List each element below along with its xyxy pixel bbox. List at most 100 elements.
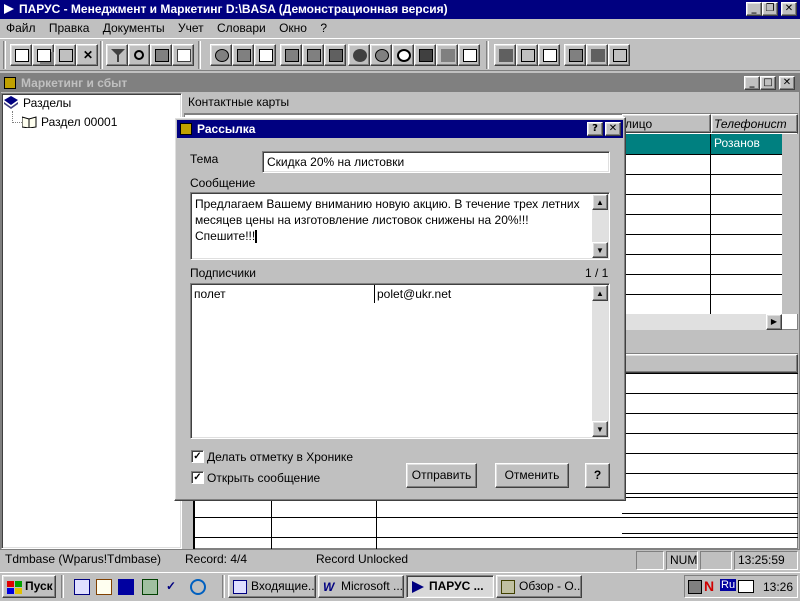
start-button[interactable]: Пуск: [2, 575, 56, 598]
menu-edit[interactable]: Правка: [49, 21, 90, 35]
quicklaunch-mail-icon[interactable]: ✓: [166, 579, 182, 595]
exit-icon[interactable]: [608, 44, 630, 66]
subscriber-row[interactable]: полет polet@ukr.net: [192, 285, 590, 303]
person-icon[interactable]: [348, 44, 370, 66]
subscribers-label: Подписчики: [190, 266, 257, 280]
word-icon: W: [323, 580, 335, 594]
grid-header-phone[interactable]: Телефонист: [711, 114, 798, 133]
card-icon[interactable]: [302, 44, 324, 66]
print-icon[interactable]: [150, 44, 172, 66]
tray-clock[interactable]: 13:26: [763, 580, 793, 594]
grid-hscroll-track[interactable]: [622, 314, 766, 330]
task-word[interactable]: W Microsoft ...: [318, 575, 404, 598]
send-button[interactable]: Отправить: [406, 463, 477, 488]
menu-dictionaries[interactable]: Словари: [217, 21, 266, 35]
globe-icon[interactable]: [210, 44, 232, 66]
tree-connector: [12, 111, 22, 123]
grid-hscroll-right-button[interactable]: ▶: [766, 314, 782, 330]
find-icon[interactable]: [128, 44, 150, 66]
tray-language-indicator[interactable]: Ru: [720, 579, 737, 591]
grid-selected-row[interactable]: [622, 134, 711, 154]
child-window-icon[interactable]: [4, 77, 16, 89]
document-list-icon[interactable]: [254, 44, 276, 66]
clock-icon[interactable]: [392, 44, 414, 66]
open-book-icon: [21, 115, 37, 129]
menu-accounting[interactable]: Учет: [178, 21, 204, 35]
message-textarea[interactable]: Предлагаем Вашему вниманию новую акцию. …: [190, 192, 610, 260]
grid-cell-phone-selected[interactable]: Розанов: [711, 134, 782, 154]
chronicle-checkbox-label[interactable]: Делать отметку в Хронике: [207, 450, 353, 464]
tab-contact-cards[interactable]: Контактные карты: [188, 95, 289, 109]
taskbar-separator: [222, 575, 225, 598]
subscribers-vscroll[interactable]: ▲ ▼: [592, 285, 608, 437]
task-inbox-label: Входящие...: [251, 579, 316, 593]
envelope-icon[interactable]: [458, 44, 480, 66]
quicklaunch-outlook-icon[interactable]: [74, 579, 90, 595]
dialog-help-button[interactable]: ?: [587, 122, 603, 136]
child-minimize-button[interactable]: _: [744, 76, 760, 90]
lower-grid-header[interactable]: [622, 354, 798, 373]
filter-icon[interactable]: [106, 44, 128, 66]
tray-app-icon[interactable]: [688, 580, 702, 594]
subscribers-list[interactable]: [190, 283, 610, 439]
message-scroll-down[interactable]: ▼: [592, 242, 608, 258]
open-message-checkbox-label[interactable]: Открыть сообщение: [207, 471, 320, 485]
wrench-icon[interactable]: [586, 44, 608, 66]
restore-button[interactable]: ❐: [762, 2, 778, 16]
quicklaunch-notepad-icon[interactable]: [96, 579, 112, 595]
stamp-icon[interactable]: [324, 44, 346, 66]
menu-window[interactable]: Окно: [279, 21, 307, 35]
phone-icon[interactable]: [414, 44, 436, 66]
windows-logo-icon: [7, 580, 22, 594]
grid-header-face[interactable]: лицо: [622, 114, 711, 133]
message-value: Предлагаем Вашему вниманию новую акцию. …: [195, 197, 580, 243]
chronicle-checkbox[interactable]: ✓: [191, 450, 204, 463]
quicklaunch-table-icon[interactable]: [142, 579, 158, 595]
edit-icon[interactable]: [54, 44, 76, 66]
gears-icon[interactable]: [370, 44, 392, 66]
chart-icon[interactable]: [436, 44, 458, 66]
delete-icon[interactable]: ✕: [76, 44, 98, 66]
status-time: 13:25:59: [734, 551, 798, 570]
minimize-button[interactable]: _: [746, 2, 762, 16]
status-num: NUM: [666, 551, 698, 570]
help-button[interactable]: ?: [585, 463, 610, 488]
app-icon[interactable]: [3, 3, 15, 15]
task-inbox[interactable]: Входящие...: [228, 575, 316, 598]
message-scroll-up[interactable]: ▲: [592, 194, 608, 210]
cancel-button[interactable]: Отменить: [495, 463, 569, 488]
dialog-close-button[interactable]: ✕: [605, 122, 621, 136]
preview-icon[interactable]: [172, 44, 194, 66]
task-explorer-label: Обзор - О...: [519, 579, 582, 593]
notes-icon[interactable]: [538, 44, 560, 66]
tab-header[interactable]: Контактные карты: [184, 93, 798, 114]
menu-documents[interactable]: Документы: [103, 21, 165, 35]
calculator-icon[interactable]: [516, 44, 538, 66]
message-vscroll[interactable]: ▲ ▼: [592, 194, 608, 258]
tray-mail-icon[interactable]: [738, 580, 754, 593]
subject-label: Тема: [190, 152, 219, 166]
menu-help[interactable]: ?: [320, 21, 327, 35]
task-parus[interactable]: ПАРУС ...: [406, 575, 494, 598]
subscribers-scroll-down[interactable]: ▼: [592, 421, 608, 437]
grid-vscroll-upper[interactable]: [782, 134, 798, 314]
task-explorer[interactable]: Обзор - О...: [496, 575, 582, 598]
child-close-button[interactable]: ✕: [779, 76, 795, 90]
quicklaunch-books-icon[interactable]: [118, 579, 134, 595]
quicklaunch-ie-icon[interactable]: [190, 579, 206, 595]
parus-icon: [411, 580, 425, 594]
book-icon[interactable]: [232, 44, 254, 66]
open-folder-icon[interactable]: [564, 44, 586, 66]
subscribers-scroll-up[interactable]: ▲: [592, 285, 608, 301]
copy-icon[interactable]: [32, 44, 54, 66]
subject-input[interactable]: Скидка 20% на листовки: [262, 151, 610, 173]
open-message-checkbox[interactable]: ✓: [191, 471, 204, 484]
close-button[interactable]: ✕: [781, 2, 797, 16]
menu-file[interactable]: Файл: [6, 21, 36, 35]
child-maximize-button[interactable]: □: [760, 76, 776, 90]
tray-n-icon[interactable]: N: [704, 578, 714, 594]
tools-icon[interactable]: [494, 44, 516, 66]
new-doc-icon[interactable]: [10, 44, 32, 66]
grid-lines-lower-left: [184, 497, 798, 549]
folder-icon[interactable]: [280, 44, 302, 66]
